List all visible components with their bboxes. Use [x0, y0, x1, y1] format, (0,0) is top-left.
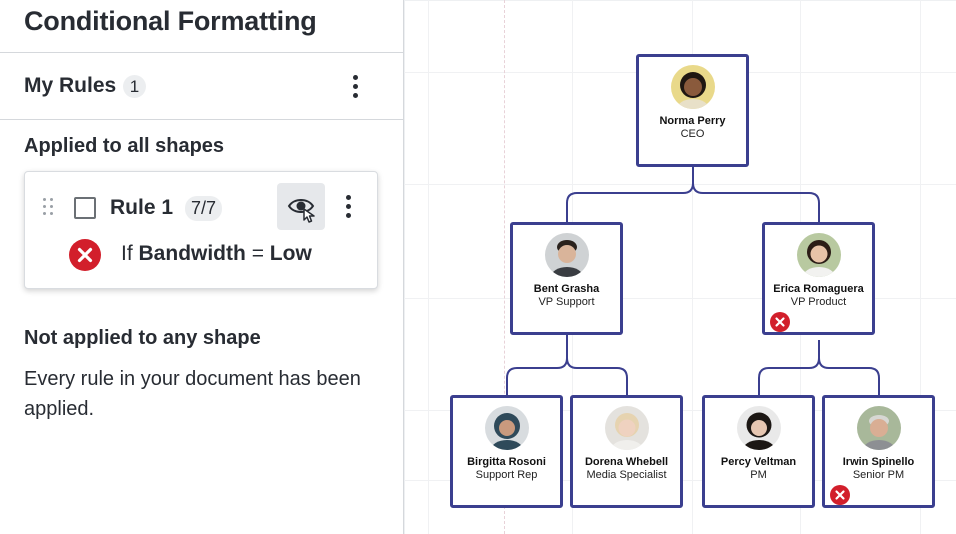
- diagram-canvas[interactable]: Norma Perry CEO Bent Grasha VP Support E…: [404, 0, 956, 534]
- my-rules-count-badge: 1: [123, 75, 146, 98]
- connector: [818, 357, 880, 395]
- error-x-icon: [830, 485, 850, 505]
- connector: [692, 182, 820, 222]
- avatar: [670, 65, 715, 109]
- rule-name: Rule 1: [110, 196, 174, 219]
- person-title: PM: [750, 469, 767, 481]
- eye-hand-icon: [287, 199, 315, 223]
- person-name: Erica Romaguera: [773, 283, 864, 295]
- person-name: Birgitta Rosoni: [467, 456, 546, 468]
- person-title: Media Specialist: [586, 469, 667, 481]
- person-name: Dorena Whebell: [584, 456, 669, 468]
- person-title: VP Support: [538, 296, 595, 308]
- connector: [758, 340, 820, 395]
- my-rules-label: My Rules: [24, 74, 117, 97]
- divider: [0, 52, 403, 53]
- person-title: VP Product: [790, 296, 847, 308]
- rule-card[interactable]: Rule 1 7/7 If Bandwidth = Low: [24, 171, 378, 289]
- condition-prefix: If: [121, 242, 133, 265]
- rule-match-count: 7/7: [185, 196, 223, 221]
- connector: [566, 167, 694, 222]
- person-title: Senior PM: [852, 469, 905, 481]
- person-name: Norma Perry: [659, 115, 726, 127]
- panel-title: Conditional Formatting: [24, 6, 317, 36]
- rule-checkbox[interactable]: [74, 197, 96, 219]
- org-card[interactable]: Erica Romaguera VP Product: [762, 222, 875, 335]
- not-applied-section-heading: Not applied to any shape: [24, 327, 261, 349]
- connector: [566, 357, 628, 395]
- person-name: Bent Grasha: [533, 283, 600, 295]
- conditional-formatting-panel: Conditional Formatting My Rules 1 Applie…: [0, 0, 404, 534]
- org-card[interactable]: Irwin Spinello Senior PM: [822, 395, 935, 508]
- connector: [506, 335, 568, 395]
- error-x-icon: [69, 239, 101, 271]
- not-applied-message: Every rule in your document has been app…: [24, 368, 361, 420]
- avatar: [484, 406, 529, 450]
- condition-field: Bandwidth: [138, 242, 246, 265]
- org-card[interactable]: Norma Perry CEO: [636, 54, 749, 167]
- person-title: Support Rep: [475, 469, 538, 481]
- org-card[interactable]: Bent Grasha VP Support: [510, 222, 623, 335]
- preview-visibility-button[interactable]: [277, 183, 325, 230]
- divider: [0, 119, 403, 120]
- avatar: [604, 406, 649, 450]
- avatar: [736, 406, 781, 450]
- person-name: Irwin Spinello: [842, 456, 915, 468]
- applied-section-heading: Applied to all shapes: [24, 135, 225, 157]
- avatar: [856, 406, 901, 450]
- condition-operator: =: [251, 242, 264, 265]
- drag-handle-icon[interactable]: [43, 198, 55, 218]
- avatar: [796, 233, 841, 277]
- error-x-icon: [770, 312, 790, 332]
- rule-more-menu-button[interactable]: [338, 193, 358, 221]
- org-card[interactable]: Birgitta Rosoni Support Rep: [450, 395, 563, 508]
- org-card[interactable]: Percy Veltman PM: [702, 395, 815, 508]
- person-title: CEO: [680, 128, 705, 140]
- rule-condition: If Bandwidth = Low: [121, 242, 312, 266]
- condition-value: Low: [269, 242, 312, 265]
- person-name: Percy Veltman: [720, 456, 797, 468]
- my-rules-more-menu-button[interactable]: [345, 73, 365, 101]
- avatar: [544, 233, 589, 277]
- org-card[interactable]: Dorena Whebell Media Specialist: [570, 395, 683, 508]
